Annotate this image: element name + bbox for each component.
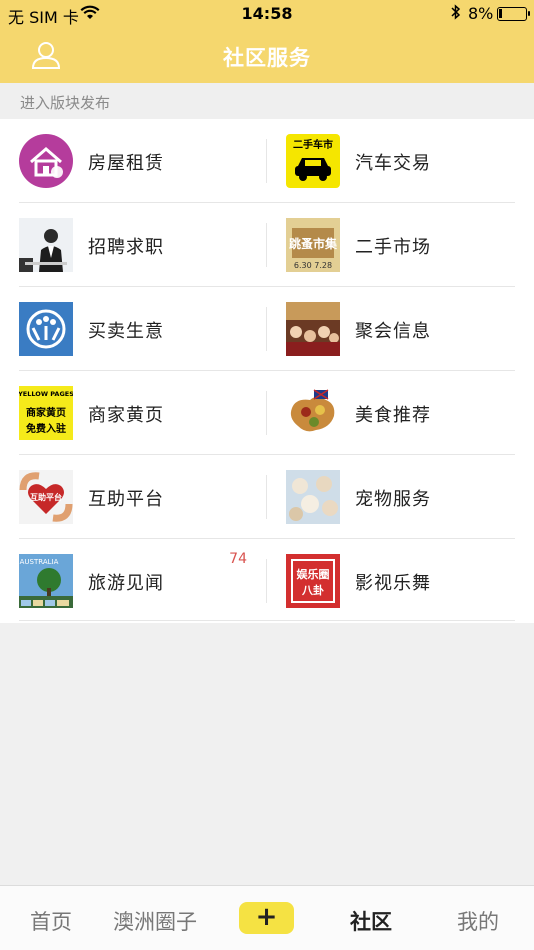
market-thumb-date: 6.30 7.28	[294, 261, 332, 270]
board-label: 二手市场	[355, 237, 431, 258]
business-icon	[19, 302, 73, 356]
market-icon: 跳蚤市集 6.30 7.28	[286, 218, 340, 272]
board-item-pet[interactable]: 宠物服务	[267, 455, 534, 539]
travel-icon: AUSTRALIA	[19, 554, 73, 608]
board-item-jobs[interactable]: 招聘求职	[0, 203, 267, 287]
row-divider	[19, 202, 515, 203]
tab-home[interactable]: 首页	[30, 906, 72, 936]
board-label: 招聘求职	[88, 237, 164, 258]
column-divider	[266, 475, 267, 519]
board-label: 宠物服务	[355, 489, 431, 510]
board-item-mutual-aid[interactable]: 互助平台 互助平台	[0, 455, 267, 539]
nav-bar: 社区服务	[0, 28, 534, 83]
board-item-car[interactable]: 二手车市 汽车交易	[267, 119, 534, 203]
post-count-badge: 74	[229, 551, 247, 567]
board-item-housing[interactable]: 房屋租赁	[0, 119, 267, 203]
column-divider	[266, 559, 267, 603]
board-item-party[interactable]: 聚会信息	[267, 287, 534, 371]
pet-icon	[286, 470, 340, 524]
car-thumb-text: 二手车市	[293, 138, 333, 151]
board-item-travel[interactable]: AUSTRALIA 旅游见闻 74	[0, 539, 267, 623]
row-divider	[19, 454, 515, 455]
board-item-market[interactable]: 跳蚤市集 6.30 7.28 二手市场	[267, 203, 534, 287]
travel-thumb-text: AUSTRALIA	[20, 558, 59, 566]
row-divider	[19, 620, 515, 621]
column-divider	[266, 307, 267, 351]
tab-circle[interactable]: 澳洲圈子	[113, 906, 197, 936]
board-label: 聚会信息	[355, 321, 431, 342]
house-icon	[19, 134, 73, 188]
ent-thumb-line1: 娱乐圈	[297, 567, 330, 581]
food-icon	[286, 386, 340, 440]
board-label: 商家黄页	[88, 405, 164, 426]
battery-icon	[497, 7, 530, 21]
battery-percent: 8%	[468, 4, 494, 23]
tab-mine[interactable]: 我的	[457, 906, 499, 936]
job-icon	[19, 218, 73, 272]
aid-thumb-text: 互助平台	[30, 492, 62, 502]
mutual-aid-icon: 互助平台	[19, 470, 73, 524]
car-icon: 二手车市	[286, 134, 340, 188]
yp-thumb-title: YELLOW PAGES	[19, 390, 73, 398]
page-title: 社区服务	[223, 46, 311, 70]
yellow-pages-icon: YELLOW PAGES 商家黄页免费入驻	[19, 386, 73, 440]
yp-thumb-line2: 免费入驻	[26, 422, 66, 435]
board-label: 美食推荐	[355, 405, 431, 426]
tab-community[interactable]: 社区	[350, 906, 392, 936]
column-divider	[266, 223, 267, 267]
party-icon	[286, 302, 340, 356]
entertainment-icon: 娱乐圈 八卦	[286, 554, 340, 608]
column-divider	[266, 139, 267, 183]
board-label: 互助平台	[88, 489, 164, 510]
status-bar: 无 SIM 卡 14:58 8%	[0, 0, 534, 28]
row-divider	[19, 538, 515, 539]
row-divider	[19, 286, 515, 287]
board-item-entertainment[interactable]: 娱乐圈八卦 影视乐舞	[267, 539, 534, 623]
board-label: 旅游见闻	[88, 573, 164, 594]
yp-thumb-line1: 商家黄页	[26, 406, 66, 419]
tab-bar: 首页 澳洲圈子 + 社区 我的	[0, 885, 534, 950]
bluetooth-icon	[450, 4, 462, 24]
section-header: 进入版块发布	[0, 83, 534, 119]
board-label: 影视乐舞	[355, 573, 431, 594]
board-label: 买卖生意	[88, 321, 164, 342]
row-divider	[19, 370, 515, 371]
board-item-yellow-pages[interactable]: YELLOW PAGES 商家黄页免费入驻 商家黄页	[0, 371, 267, 455]
board-grid: 房屋租赁 二手车市 汽车交易 招聘求职 跳蚤市集 6.30 7.28 二手市场 买…	[0, 119, 534, 623]
board-item-food[interactable]: 美食推荐	[267, 371, 534, 455]
board-label: 房屋租赁	[88, 153, 164, 174]
ent-thumb-line2: 八卦	[301, 583, 324, 597]
board-label: 汽车交易	[355, 153, 431, 174]
board-item-business[interactable]: 买卖生意	[0, 287, 267, 371]
market-thumb-text: 跳蚤市集	[289, 236, 338, 251]
publish-button[interactable]: +	[239, 902, 294, 934]
column-divider	[266, 391, 267, 435]
